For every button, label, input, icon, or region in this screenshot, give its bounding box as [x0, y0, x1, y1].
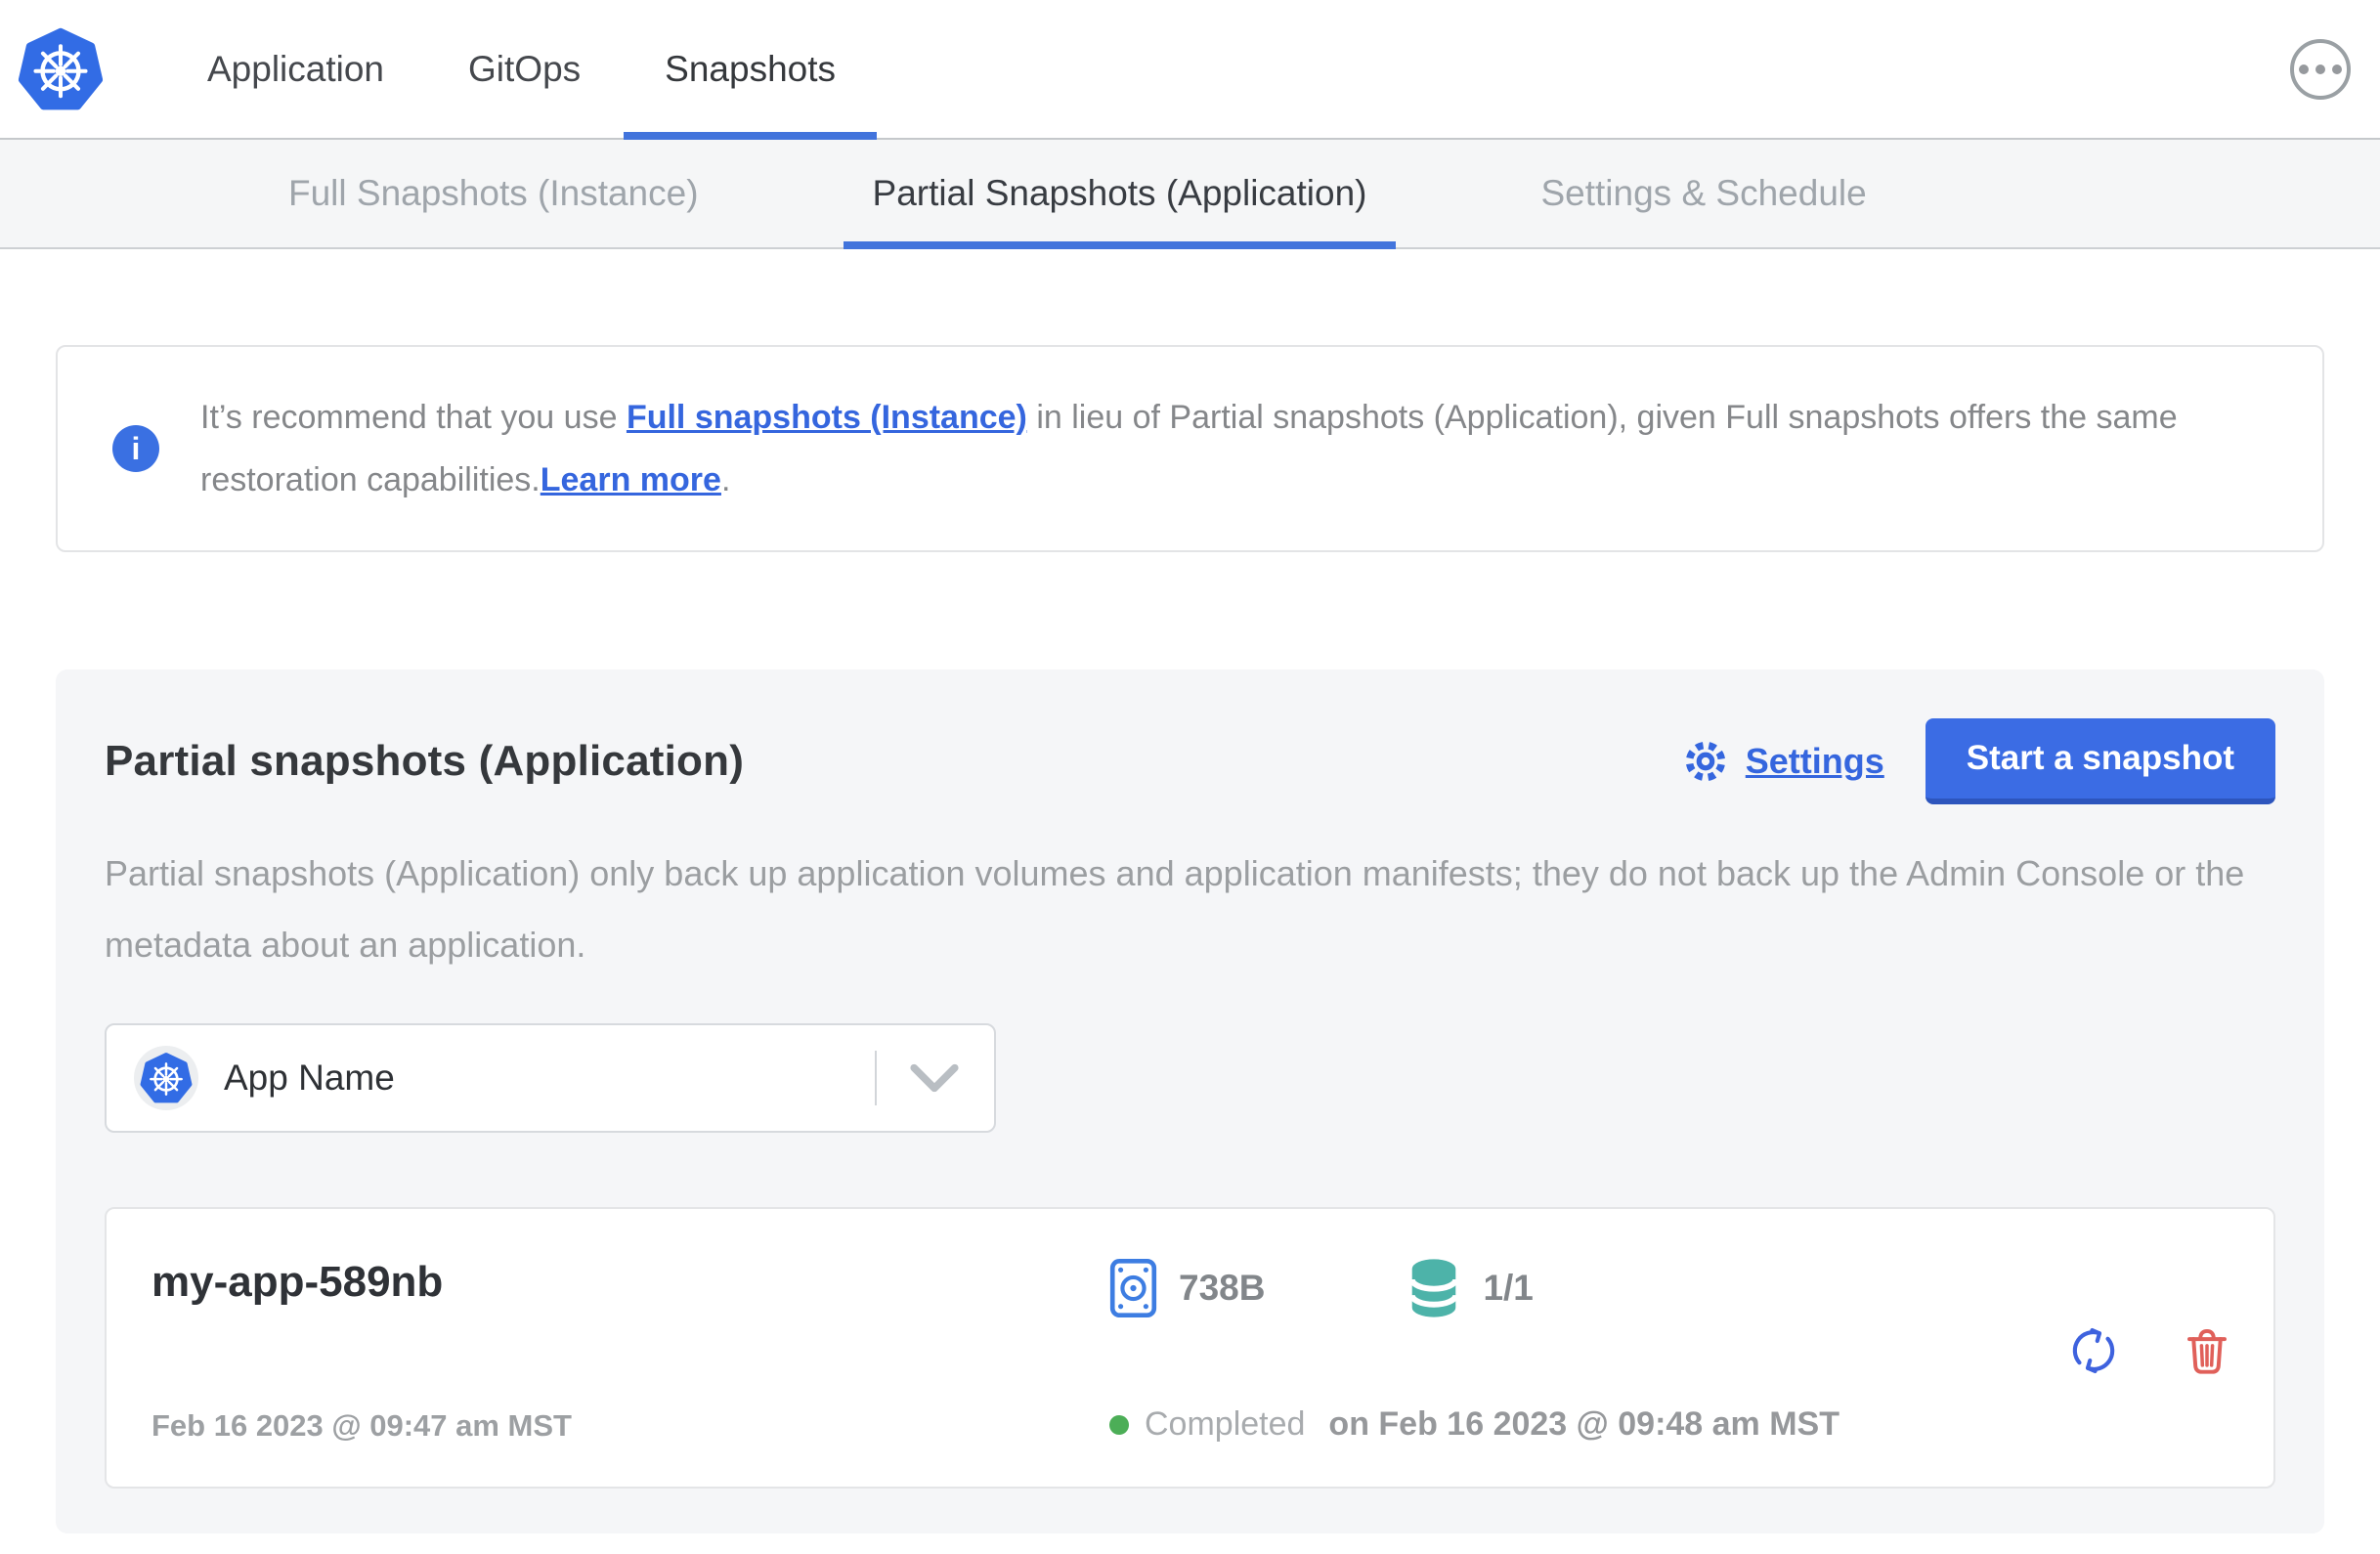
snapshot-settings-link[interactable]: Settings	[1680, 736, 1884, 787]
database-icon	[1406, 1258, 1461, 1318]
snapshot-stats: 738B 1/1	[1109, 1258, 2064, 1318]
nav-tab-snapshots[interactable]: Snapshots	[624, 0, 877, 140]
snapshot-name: my-app-589nb	[151, 1258, 444, 1306]
trash-icon	[2180, 1323, 2234, 1378]
settings-link-label: Settings	[1745, 741, 1884, 781]
partial-snapshots-panel: Partial snapshots (Application) Settings…	[56, 669, 2324, 1533]
main-nav: Application GitOps Snapshots	[207, 0, 877, 140]
select-divider	[875, 1051, 877, 1105]
snapshots-subtabs: Full Snapshots (Instance) Partial Snapsh…	[0, 140, 2380, 249]
app-select-value: App Name	[224, 1058, 395, 1098]
panel-header: Partial snapshots (Application) Settings…	[105, 718, 2275, 804]
more-menu-button[interactable]	[2290, 38, 2351, 100]
banner-text: It’s recommend that you use Full snapsho…	[200, 386, 2268, 511]
page-title: Partial snapshots (Application)	[105, 737, 745, 785]
status-dot	[1109, 1414, 1129, 1435]
banner-text-before: It’s recommend that you use	[200, 399, 627, 436]
restore-snapshot-button[interactable]	[2064, 1321, 2123, 1380]
app-name-select[interactable]: App Name	[105, 1023, 996, 1133]
snapshot-details: 738B 1/1 Completed on Feb 16 2023 @ 09:4…	[1109, 1258, 2064, 1444]
snapshot-actions	[2064, 1258, 2234, 1444]
snapshot-started-timestamp: Feb 16 2023 @ 09:47 am MST	[151, 1408, 572, 1443]
panel-description: Partial snapshots (Application) only bac…	[105, 853, 2245, 965]
snapshot-size-stat: 738B	[1109, 1258, 1265, 1318]
snapshot-status: Completed	[1145, 1405, 1306, 1443]
snapshot-volumes-stat: 1/1	[1406, 1258, 1534, 1318]
gear-icon	[1680, 736, 1731, 787]
info-banner: i It’s recommend that you use Full snaps…	[56, 345, 2324, 552]
info-icon: i	[112, 425, 159, 472]
delete-snapshot-button[interactable]	[2180, 1323, 2234, 1378]
kubernetes-app-icon	[134, 1046, 198, 1110]
start-snapshot-button[interactable]: Start a snapshot	[1925, 718, 2275, 804]
snapshot-status-row: Completed on Feb 16 2023 @ 09:48 am MST	[1109, 1405, 2064, 1444]
disk-icon	[1109, 1258, 1157, 1318]
subtab-partial-snapshots[interactable]: Partial Snapshots (Application)	[843, 140, 1397, 249]
banner-text-after: .	[720, 461, 731, 498]
nav-tab-gitops[interactable]: GitOps	[468, 0, 581, 138]
subtab-full-snapshots[interactable]: Full Snapshots (Instance)	[259, 140, 728, 247]
nav-tab-application[interactable]: Application	[207, 0, 384, 138]
restore-icon	[2064, 1321, 2123, 1380]
snapshot-row: my-app-589nb Feb 16 2023 @ 09:47 am MST	[105, 1207, 2275, 1489]
learn-more-link[interactable]: Learn more	[541, 461, 721, 498]
snapshot-size: 738B	[1179, 1268, 1266, 1308]
panel-header-actions: Settings Start a snapshot	[1680, 718, 2275, 804]
snapshot-volumes: 1/1	[1483, 1268, 1534, 1308]
snapshot-status-detail: on Feb 16 2023 @ 09:48 am MST	[1328, 1405, 1840, 1443]
full-snapshots-link[interactable]: Full snapshots (Instance)	[627, 399, 1027, 436]
chevron-down-icon	[910, 1063, 959, 1093]
top-navbar: Application GitOps Snapshots	[0, 0, 2380, 140]
ellipsis-icon	[2299, 64, 2309, 74]
snapshot-identity: my-app-589nb Feb 16 2023 @ 09:47 am MST	[151, 1258, 1109, 1444]
subtab-settings-schedule[interactable]: Settings & Schedule	[1511, 140, 1895, 247]
kubernetes-logo	[18, 24, 104, 114]
